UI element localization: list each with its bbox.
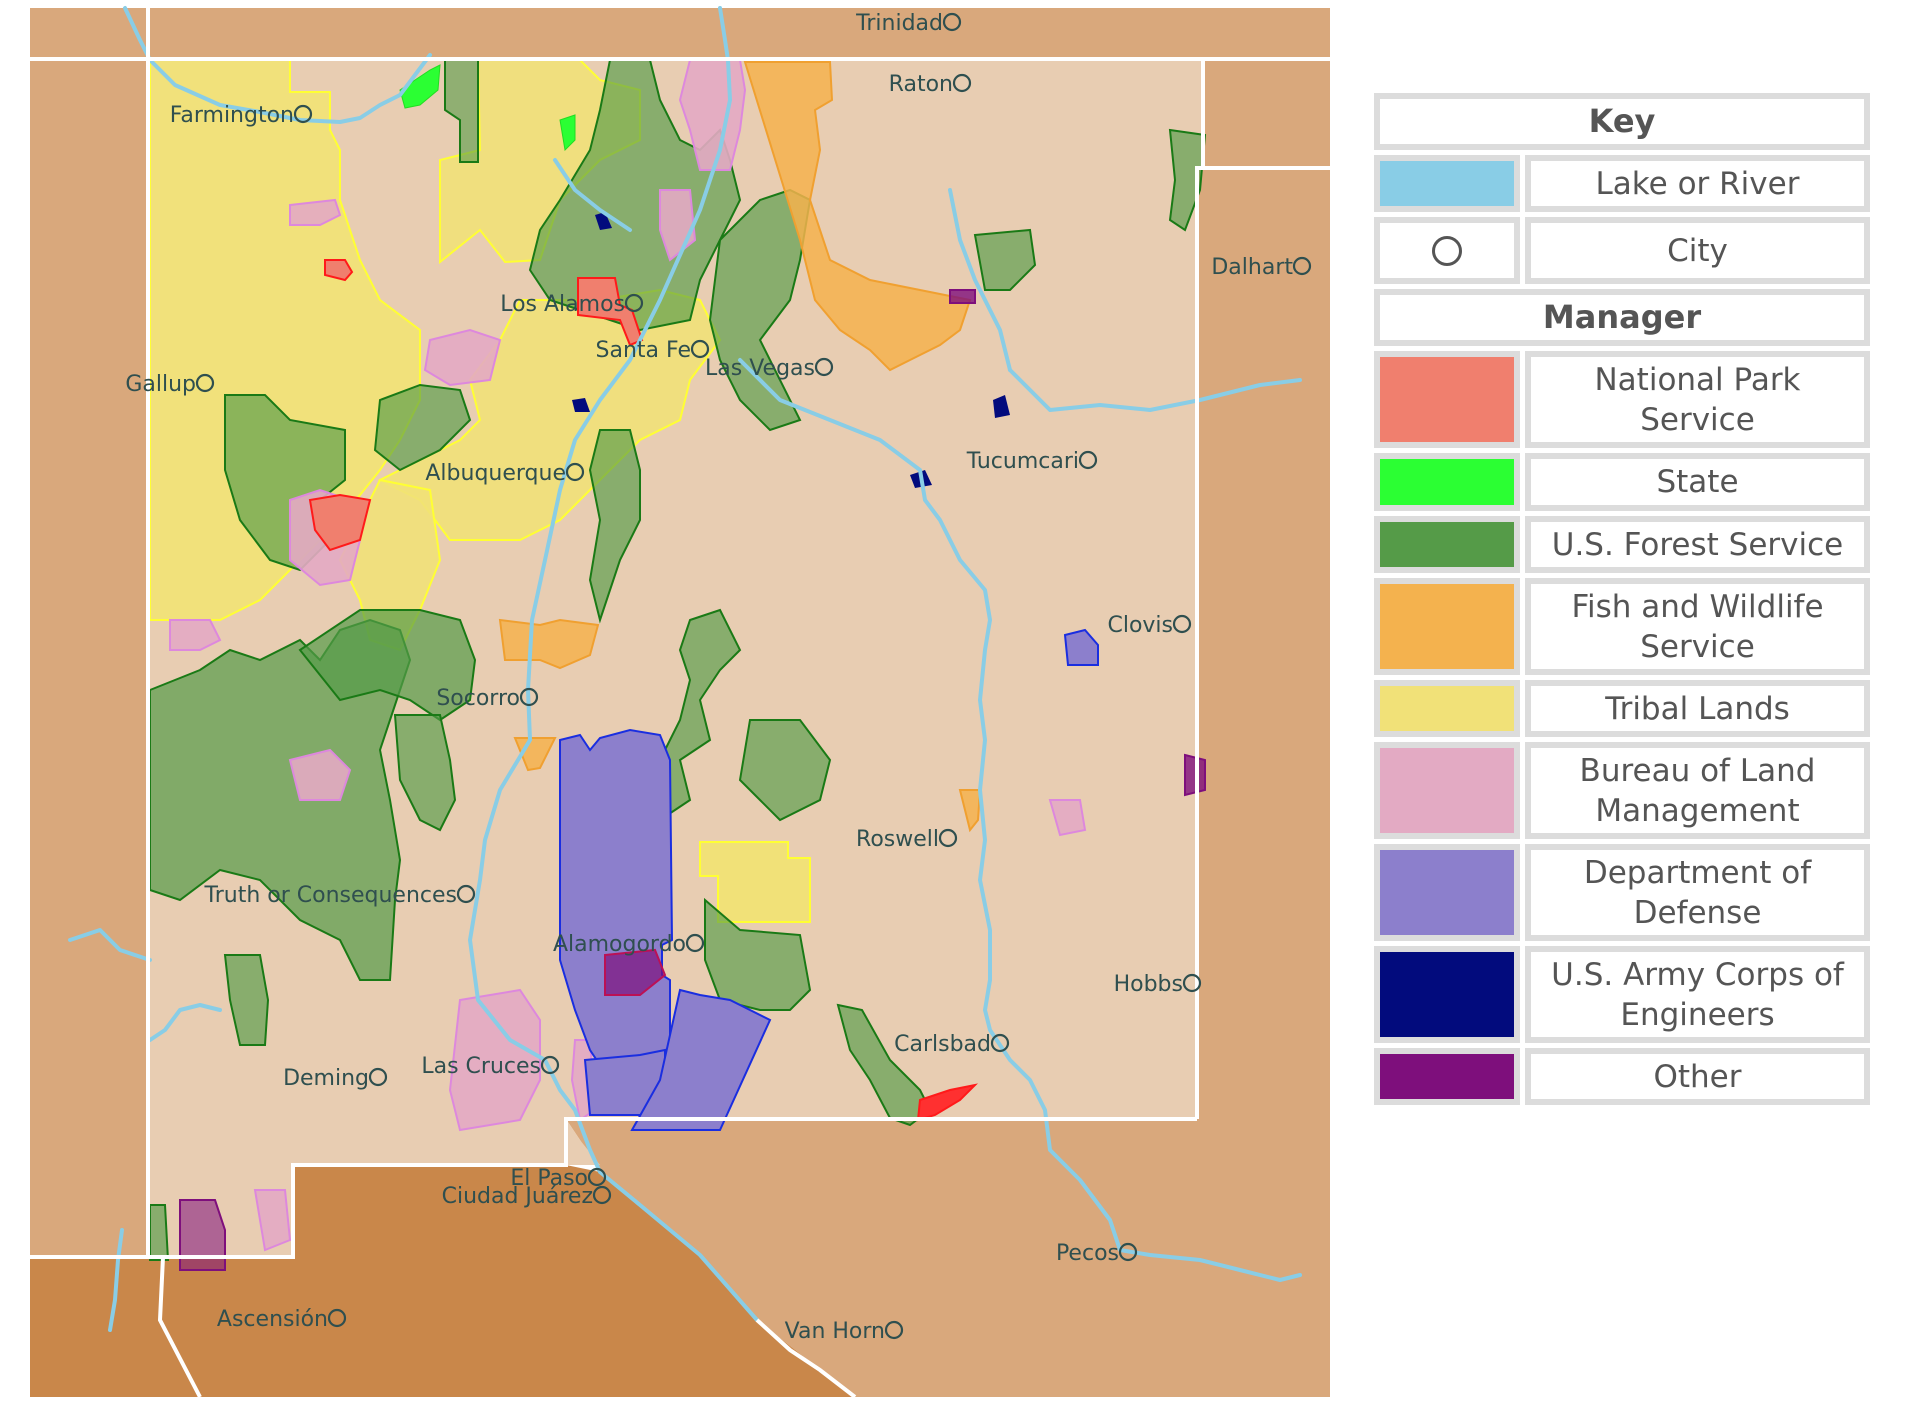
legend-item-manager: Bureau of Land Management: [1374, 742, 1870, 839]
city-label: Albuquerque: [425, 461, 566, 486]
forest-service-area: [149, 1204, 170, 1261]
legend-item-manager: Other: [1374, 1048, 1870, 1105]
legend-item-manager: U.S. Army Corps of Engineers: [1374, 946, 1870, 1043]
city-label: Dalhart: [1211, 255, 1293, 280]
manager-color-swatch: [1374, 1048, 1520, 1105]
lake-river-swatch: [1374, 155, 1520, 212]
manager-color-swatch: [1374, 680, 1520, 737]
city-marker[interactable]: Tucumcari: [966, 449, 1098, 474]
legend-label: U.S. Forest Service: [1525, 516, 1870, 573]
city-label: Los Alamos: [500, 292, 625, 317]
manager-color-swatch: [1374, 351, 1520, 448]
other-area: [179, 1199, 226, 1271]
city-marker[interactable]: Albuquerque: [425, 461, 585, 486]
legend-label: State: [1525, 453, 1870, 511]
city-label: Truth or Consequences: [204, 883, 458, 908]
other-area: [949, 289, 976, 304]
legend-item-lake-river: Lake or River: [1374, 155, 1870, 212]
legend-label: Tribal Lands: [1525, 680, 1870, 737]
city-marker[interactable]: Alamogordo: [553, 932, 705, 957]
oklahoma-region: [1203, 59, 1330, 168]
manager-color-swatch: [1374, 946, 1520, 1043]
city-marker[interactable]: Ciudad Juárez: [442, 1184, 612, 1209]
city-marker[interactable]: Las Vegas: [705, 356, 834, 381]
city-label: Gallup: [125, 372, 196, 397]
city-marker[interactable]: Van Horn: [785, 1319, 904, 1344]
legend-item-manager: National Park Service: [1374, 351, 1870, 448]
circle-icon: [1432, 235, 1462, 266]
manager-color-swatch: [1374, 844, 1520, 941]
legend-item-manager: Department of Defense: [1374, 844, 1870, 941]
city-label: Clovis: [1107, 613, 1173, 638]
manager-color-swatch: [1374, 453, 1520, 511]
city-marker[interactable]: Los Alamos: [500, 292, 644, 317]
city-label: Roswell: [856, 827, 939, 852]
legend-key-title: Key: [1374, 93, 1870, 150]
city-label: Las Cruces: [421, 1054, 541, 1079]
city-label: Van Horn: [785, 1319, 885, 1344]
city-marker[interactable]: Carlsbad: [894, 1032, 1010, 1057]
legend-item-city: City: [1374, 217, 1870, 284]
legend-label: Bureau of Land Management: [1525, 742, 1870, 839]
city-label: Ascensión: [217, 1307, 328, 1332]
legend-manager-title: Manager: [1374, 289, 1870, 346]
city-marker[interactable]: Las Cruces: [421, 1054, 560, 1079]
manager-color-swatch: [1374, 516, 1520, 573]
city-label: Las Vegas: [705, 356, 815, 381]
manager-color-swatch: [1374, 578, 1520, 675]
city-label: Socorro: [436, 686, 520, 711]
city-label: Tucumcari: [966, 449, 1079, 474]
legend-item-manager: U.S. Forest Service: [1374, 516, 1870, 573]
legend-label: U.S. Army Corps of Engineers: [1525, 946, 1870, 1043]
city-label: Deming: [283, 1066, 369, 1091]
city-label: Ciudad Juárez: [442, 1184, 593, 1209]
blm-area: [423, 328, 502, 387]
city-label: Raton: [889, 72, 953, 97]
legend-label: Department of Defense: [1525, 844, 1870, 941]
arizona-region: [30, 59, 148, 1257]
city-label: Pecos: [1056, 1241, 1119, 1266]
city-label: Trinidad: [855, 11, 943, 36]
city-marker[interactable]: Truth or Consequences: [204, 883, 476, 908]
legend-label: Other: [1525, 1048, 1870, 1105]
colorado-region: [30, 8, 1330, 59]
legend-item-manager: Fish and Wildlife Service: [1374, 578, 1870, 675]
legend: Key Lake or River City Manager National …: [1374, 93, 1870, 1110]
city-swatch: [1374, 217, 1520, 284]
city-label: Farmington: [170, 103, 294, 128]
legend-item-manager: Tribal Lands: [1374, 680, 1870, 737]
city-label: Hobbs: [1114, 972, 1183, 997]
defense-area: [559, 728, 674, 1067]
city-marker[interactable]: Farmington: [170, 103, 313, 128]
legend-item-manager: State: [1374, 453, 1870, 511]
legend-label: City: [1525, 217, 1870, 284]
city-label: Alamogordo: [553, 932, 686, 957]
city-marker[interactable]: Ascensión: [217, 1307, 347, 1332]
legend-label: National Park Service: [1525, 351, 1870, 448]
legend-label: Lake or River: [1525, 155, 1870, 212]
manager-color-swatch: [1374, 742, 1520, 839]
city-label: Santa Fe: [596, 338, 691, 363]
legend-label: Fish and Wildlife Service: [1525, 578, 1870, 675]
city-label: Carlsbad: [894, 1032, 991, 1057]
